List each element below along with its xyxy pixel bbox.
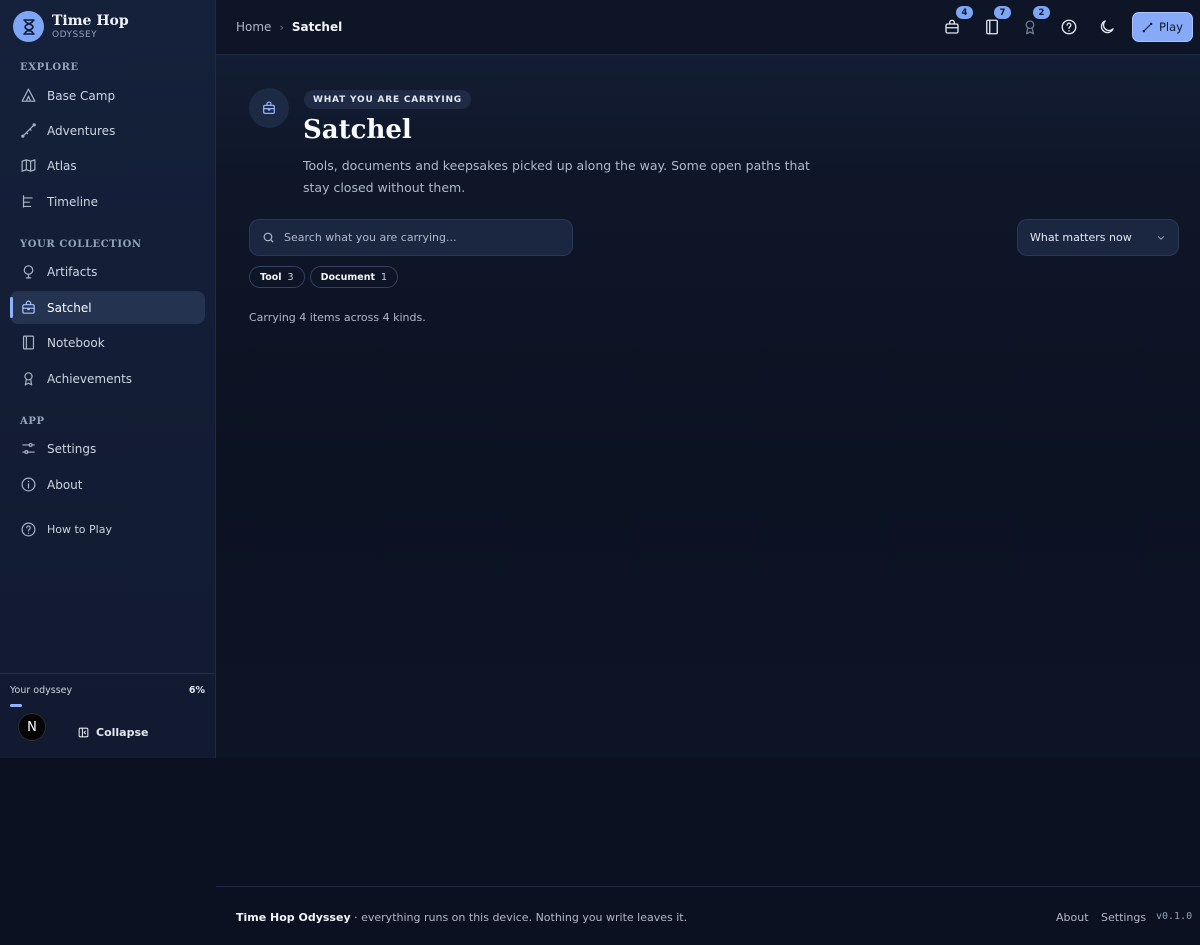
progress-label: Your odyssey: [10, 685, 73, 696]
page-footer: Time Hop Odyssey · everything runs on th…: [216, 886, 1200, 945]
satchel-icon: [249, 88, 289, 128]
map-icon: [20, 157, 37, 174]
chevron-down-icon: [1156, 233, 1166, 243]
tent-icon: [20, 87, 37, 104]
notebook-count-badge: 7: [994, 6, 1011, 19]
search-input[interactable]: [284, 231, 554, 244]
sidebar-footer: Your odyssey 6% N Collapse: [0, 673, 215, 758]
collapse-button[interactable]: Collapse: [77, 726, 148, 739]
footer-settings-link[interactable]: Settings: [1101, 911, 1146, 924]
footer-about-link[interactable]: About: [1056, 911, 1089, 924]
chevron-right-icon: ›: [279, 20, 284, 34]
sidebar-item-label: Notebook: [47, 335, 105, 350]
moon-icon[interactable]: [1098, 18, 1116, 36]
brand[interactable]: Time Hop ODYSSEY: [13, 11, 129, 42]
nav-section-collection: YOUR COLLECTION: [20, 239, 142, 250]
progress-value: 6%: [188, 685, 205, 696]
sidebar-item-label: Atlas: [47, 158, 77, 173]
items-summary: Carrying 4 items across 4 kinds.: [249, 311, 426, 324]
sidebar-item-atlas[interactable]: Atlas: [10, 149, 205, 182]
help-icon: [20, 521, 37, 538]
sidebar: Time Hop ODYSSEY EXPLORE Base Camp Adven…: [0, 0, 216, 758]
nav-section-explore: EXPLORE: [20, 62, 79, 73]
sidebar-item-timeline[interactable]: Timeline: [10, 185, 205, 218]
sidebar-item-label: How to Play: [47, 523, 112, 536]
progress-bar: [10, 704, 205, 707]
path-icon: [20, 122, 37, 139]
sidebar-item-about[interactable]: About: [10, 468, 205, 501]
avatar[interactable]: N: [18, 713, 46, 741]
achievements-count-badge: 2: [1033, 6, 1050, 19]
search-icon: [262, 231, 275, 244]
chip-count: 3: [287, 271, 294, 283]
filter-chip-document[interactable]: Document 1: [309, 266, 399, 288]
page-description: Tools, documents and keepsakes picked up…: [303, 158, 810, 195]
play-button[interactable]: Play: [1132, 12, 1193, 42]
sidebar-item-label: Settings: [47, 441, 97, 456]
info-icon: [20, 476, 37, 493]
gem-icon: [20, 263, 37, 280]
filter-chips: Tool 3 Document 1: [249, 266, 399, 288]
sidebar-item-label: Base Camp: [47, 88, 116, 103]
play-label: Play: [1159, 20, 1183, 34]
section-eyebrow: WHAT YOU ARE CARRYING: [304, 90, 471, 109]
breadcrumb-home[interactable]: Home: [236, 20, 271, 34]
sidebar-item-label: Artifacts: [47, 264, 98, 279]
filter-chip-tool[interactable]: Tool 3: [249, 266, 305, 288]
hourglass-icon: [13, 11, 44, 42]
search-field[interactable]: [249, 219, 573, 256]
top-bar: Home › Satchel 4 7 2 Play: [216, 0, 1200, 55]
sidebar-item-how-to-play[interactable]: How to Play: [10, 513, 205, 546]
sidebar-item-label: Achievements: [47, 371, 133, 386]
sidebar-item-achievements[interactable]: Achievements: [10, 362, 205, 395]
satchel-icon[interactable]: [943, 18, 961, 36]
sort-select-value: What matters now: [1030, 231, 1132, 244]
award-icon: [20, 370, 37, 387]
sort-select[interactable]: What matters now: [1017, 219, 1179, 256]
version-label: v0.1.0: [1156, 911, 1193, 922]
notebook-icon[interactable]: [983, 18, 1001, 36]
sidebar-item-artifacts[interactable]: Artifacts: [10, 255, 205, 288]
collapse-icon: [77, 726, 90, 739]
chip-label: Document: [320, 271, 376, 283]
breadcrumb: Home › Satchel: [236, 20, 342, 34]
help-icon[interactable]: [1060, 18, 1078, 36]
footer-tagline: · everything runs on this device. Nothin…: [350, 911, 688, 924]
sidebar-item-base-camp[interactable]: Base Camp: [10, 79, 205, 112]
chip-label: Tool: [260, 271, 282, 283]
nav-section-app: APP: [20, 416, 45, 427]
path-icon: [1142, 22, 1153, 33]
sidebar-item-adventures[interactable]: Adventures: [10, 114, 205, 147]
brand-subtitle: ODYSSEY: [52, 29, 98, 40]
page-title: Satchel: [303, 115, 412, 145]
sidebar-item-label: About: [47, 477, 83, 492]
collapse-label: Collapse: [96, 726, 149, 739]
satchel-icon: [20, 299, 37, 316]
satchel-count-badge: 4: [956, 6, 973, 19]
footer-app-name: Time Hop Odyssey: [236, 911, 351, 924]
footer-note: Time Hop Odyssey · everything runs on th…: [236, 911, 687, 924]
breadcrumb-current: Satchel: [291, 20, 343, 34]
brand-title: Time Hop: [52, 12, 129, 29]
main-content: WHAT YOU ARE CARRYING Satchel Tools, doc…: [216, 55, 1200, 758]
sidebar-item-settings[interactable]: Settings: [10, 432, 205, 465]
sidebar-item-satchel[interactable]: Satchel: [10, 291, 205, 324]
progress-fill: [10, 704, 22, 707]
sidebar-item-label: Satchel: [47, 300, 92, 315]
chip-count: 1: [381, 271, 388, 283]
sidebar-item-label: Adventures: [47, 123, 116, 138]
sidebar-item-notebook[interactable]: Notebook: [10, 326, 205, 359]
sidebar-item-label: Timeline: [47, 194, 99, 209]
sliders-icon: [20, 440, 37, 457]
timeline-icon: [20, 193, 37, 210]
notebook-icon: [20, 334, 37, 351]
award-icon[interactable]: [1021, 18, 1039, 36]
